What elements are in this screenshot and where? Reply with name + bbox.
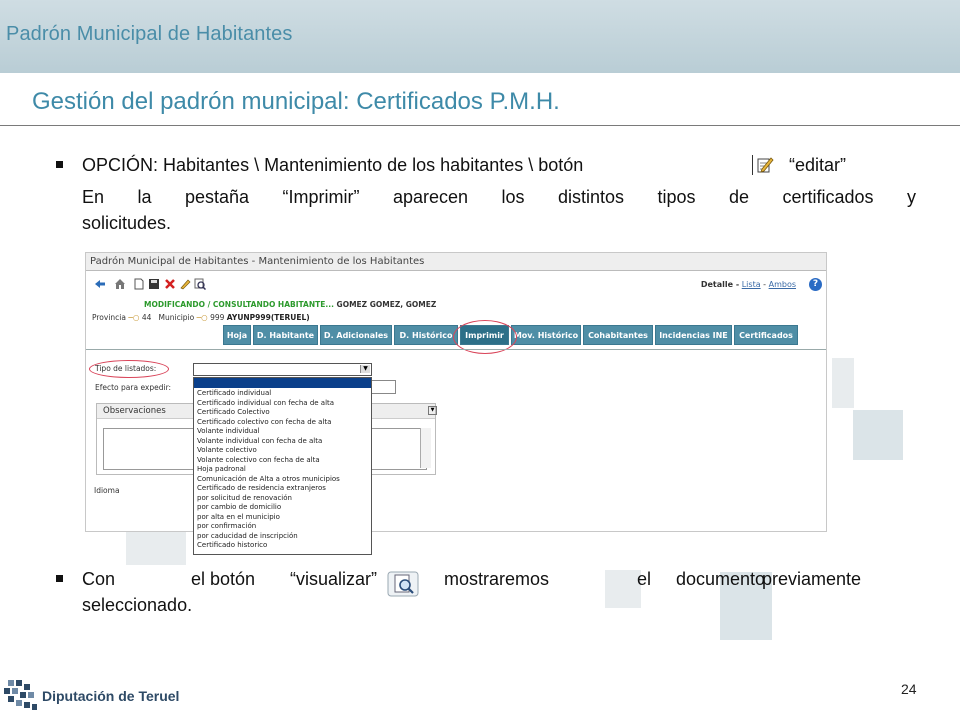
print-tab-description: En la pestaña “Imprimir” aparecen los di… <box>82 187 916 207</box>
provincia-label: Provincia <box>92 313 126 322</box>
tab-certificados[interactable]: Certificados <box>734 325 798 345</box>
tab-incidencias-ine[interactable]: Incidencias INE <box>655 325 732 345</box>
dropdown-option[interactable]: por confirmación <box>197 522 256 530</box>
text-word: mostraremos <box>444 569 550 589</box>
page-number: 24 <box>901 681 917 697</box>
text-word: previamente <box>762 569 862 589</box>
edit-pencil-icon[interactable] <box>179 278 191 290</box>
bullet-marker <box>56 161 63 168</box>
text-line: seleccionado. <box>82 595 193 615</box>
diputacion-logo: Diputación de Teruel <box>4 676 214 716</box>
municipio-value: 999 <box>210 313 225 322</box>
key-icon[interactable]: ─○ <box>197 313 208 322</box>
text-word: documento <box>676 569 766 589</box>
bullet-marker <box>56 575 63 582</box>
dropdown-option[interactable]: Volante colectivo <box>197 446 257 454</box>
location-line: Provincia ─○ 44 Municipio ─○ 999 AYUNP99… <box>92 313 310 322</box>
ambos-link[interactable]: Ambos <box>769 280 796 289</box>
decor-square <box>605 570 641 608</box>
tab-mov-historico[interactable]: Mov. Histórico <box>511 325 581 345</box>
tab-datos-adicionales[interactable]: D. Adicionales <box>320 325 392 345</box>
tipo-listados-select[interactable]: ▼ <box>193 363 372 376</box>
home-icon[interactable] <box>114 278 126 290</box>
decor-square <box>853 410 903 460</box>
dropdown-option[interactable]: Comunicación de Alta a otros municipios <box>197 475 340 483</box>
efecto-label: Efecto para expedir: <box>95 383 172 392</box>
detail-links: Detalle - Lista - Ambos <box>701 280 796 289</box>
slide-title: Gestión del padrón municipal: Certificad… <box>32 88 560 115</box>
search-icon[interactable] <box>194 278 206 290</box>
dropdown-option[interactable]: por solicitud de renovación <box>197 494 292 502</box>
dropdown-option[interactable]: por caducidad de inscripción <box>197 532 298 540</box>
tab-datos-historico[interactable]: D. Histórico <box>394 325 458 345</box>
edit-icon <box>752 155 774 175</box>
observaciones-dropdown-icon[interactable]: ▼ <box>428 406 437 415</box>
tab-datos-habitante[interactable]: D. Habitante <box>253 325 318 345</box>
dropdown-option[interactable]: por alta en el municipio <box>197 513 280 521</box>
dropdown-option[interactable]: por cambio de domicilio <box>197 503 281 511</box>
back-arrow-icon[interactable] <box>94 278 106 290</box>
dropdown-option[interactable]: Volante colectivo con fecha de alta <box>197 456 320 464</box>
new-document-icon[interactable] <box>133 278 145 290</box>
tab-hoja[interactable]: Hoja <box>223 325 251 345</box>
text-word: “visualizar” <box>290 569 378 589</box>
logo-text: Diputación de Teruel <box>42 688 180 704</box>
provincia-value: 44 <box>141 313 152 322</box>
dropdown-option[interactable]: Certificado individual <box>197 389 271 397</box>
tipo-highlight <box>89 360 169 378</box>
dropdown-option[interactable]: Certificado Colectivo <box>197 408 270 416</box>
person-name: GOMEZ GOMEZ, GOMEZ <box>336 300 437 309</box>
detail-label: Detalle - <box>700 280 740 289</box>
edit-label: “editar” <box>789 155 847 175</box>
key-icon[interactable]: ─○ <box>128 313 139 322</box>
tipo-listados-dropdown[interactable]: Certificado individual Certificado indiv… <box>193 377 372 555</box>
visualizar-icon <box>387 571 419 597</box>
tab-cohabitantes[interactable]: Cohabitantes <box>583 325 653 345</box>
dropdown-option[interactable]: Certificado colectivo con fecha de alta <box>197 418 331 426</box>
window-title: Padrón Municipal de Habitantes - Manteni… <box>86 253 826 271</box>
tab-divider <box>86 349 826 350</box>
delete-icon[interactable] <box>164 278 176 290</box>
status-line: MODIFICANDO / CONSULTANDO HABITANTE... G… <box>144 300 436 309</box>
save-icon[interactable] <box>148 278 160 290</box>
app-title: Padrón Municipal de Habitantes <box>6 23 293 45</box>
help-icon[interactable]: ? <box>809 278 822 291</box>
dropdown-selected-row[interactable] <box>194 378 371 388</box>
efecto-input[interactable] <box>370 380 396 394</box>
text-word: Con <box>82 569 116 589</box>
option-path-text: OPCIÓN: Habitantes \ Mantenimiento de lo… <box>82 155 584 175</box>
dropdown-option[interactable]: Certificado de residencia extranjeros <box>197 484 326 492</box>
observaciones-label: Observaciones <box>103 406 166 416</box>
text-word: el <box>637 569 652 589</box>
text-word: el botón <box>191 569 256 589</box>
municipio-label: Municipio <box>158 313 195 322</box>
dropdown-option[interactable]: Certificado individual con fecha de alta <box>197 399 334 407</box>
chevron-down-icon[interactable]: ▼ <box>360 365 370 373</box>
logo-mark-icon <box>4 680 37 710</box>
print-tab-description-cont: solicitudes. <box>82 213 172 233</box>
lista-link[interactable]: Lista <box>742 280 761 289</box>
dropdown-option[interactable]: Volante individual con fecha de alta <box>197 437 322 445</box>
header-band: Padrón Municipal de Habitantes <box>0 0 960 73</box>
title-divider <box>0 125 960 126</box>
app-screenshot: Padrón Municipal de Habitantes - Manteni… <box>85 252 827 555</box>
idioma-label: Idioma <box>94 486 120 495</box>
scrollbar[interactable] <box>420 428 431 468</box>
municipio-name: AYUNP999(TERUEL) <box>226 313 310 322</box>
dropdown-option[interactable]: Volante individual <box>197 427 259 435</box>
dropdown-option[interactable]: Certificado historico <box>197 541 267 549</box>
decor-square <box>832 358 854 408</box>
link-separator: - <box>763 280 767 289</box>
dropdown-option[interactable]: Hoja padronal <box>197 465 246 473</box>
mod-status: MODIFICANDO / CONSULTANDO HABITANTE... <box>144 300 334 309</box>
